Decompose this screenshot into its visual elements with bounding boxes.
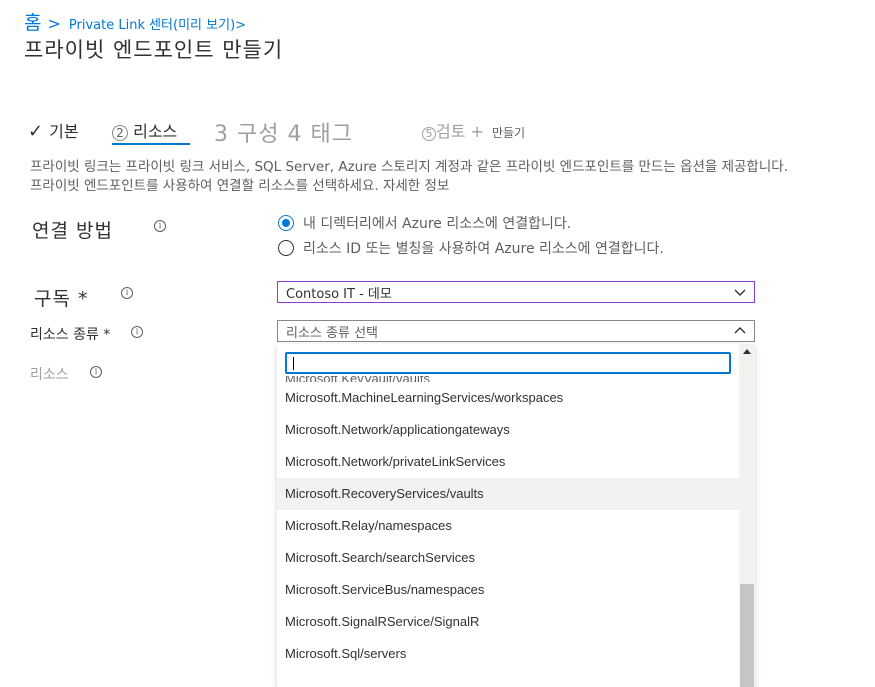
- radio-connect-my-directory[interactable]: 내 디렉터리에서 Azure 리소스에 연결합니다.: [278, 213, 571, 233]
- dropdown-option-hovered[interactable]: Microsoft.RecoveryServices/vaults: [277, 478, 739, 510]
- radio-button-unchecked[interactable]: [278, 240, 294, 256]
- scroll-up-arrow-icon[interactable]: [743, 349, 751, 354]
- resource-type-select-placeholder: 리소스 종류 선택: [286, 325, 378, 341]
- resource-type-dropdown: Microsoft.KeyVault/vaults Microsoft.Mach…: [277, 344, 755, 687]
- dropdown-scrollbar[interactable]: [739, 344, 755, 687]
- resource-type-search-input[interactable]: [285, 352, 731, 374]
- tab-review-create[interactable]: 5 검토 + 만들기: [422, 118, 525, 142]
- checkmark-icon: ✓: [28, 121, 44, 142]
- tab-configuration-tags[interactable]: 3 구성 4 태그: [214, 116, 353, 148]
- dropdown-option[interactable]: Microsoft.Relay/namespaces: [277, 510, 739, 542]
- resource-type-info-icon[interactable]: i: [131, 326, 143, 338]
- scrollbar-thumb[interactable]: [740, 584, 754, 687]
- breadcrumb-separator: >: [47, 14, 61, 33]
- connection-method-label-text: 연결 방법: [32, 220, 113, 242]
- tab-resource-step-number: 2: [112, 125, 128, 141]
- dropdown-option[interactable]: Microsoft.Network/applicationgateways: [277, 414, 739, 446]
- breadcrumb-home-link[interactable]: 홈: [24, 8, 41, 35]
- dropdown-option[interactable]: Microsoft.Search/searchServices: [277, 542, 739, 574]
- active-tab-underline: [112, 143, 190, 145]
- radio-connect-by-resource-id[interactable]: 리소스 ID 또는 별칭을 사용하여 Azure 리소스에 연결합니다.: [278, 238, 664, 258]
- tab-basics[interactable]: ✓ 기본: [28, 118, 79, 142]
- breadcrumb: 홈 > Private Link 센터(미리 보기)>: [24, 8, 246, 35]
- connection-method-label: 연결 방법: [32, 216, 113, 243]
- subscription-select[interactable]: Contoso IT - 데모: [277, 281, 755, 303]
- radio-connect-by-resource-id-label: 리소스 ID 또는 별칭을 사용하여 Azure 리소스에 연결합니다.: [303, 241, 664, 257]
- chevron-down-icon: [734, 289, 746, 296]
- dropdown-option[interactable]: Microsoft.Network/privateLinkServices: [277, 446, 739, 478]
- breadcrumb-private-link-center-link[interactable]: Private Link 센터(미리 보기)>: [69, 14, 246, 33]
- tab-review-step-number: 5: [422, 127, 436, 141]
- tab-review-label: 검토 +: [436, 122, 484, 141]
- tab-resource-label: 리소스: [133, 122, 178, 141]
- resource-type-label: 리소스 종류 *: [30, 327, 111, 343]
- text-cursor: [293, 357, 294, 370]
- tab-create-label: 만들기: [491, 126, 526, 140]
- description-text: 프라이빗 링크는 프라이빗 링크 서비스, SQL Server, Azure …: [30, 159, 788, 194]
- resource-type-options-list: Microsoft.KeyVault/vaults Microsoft.Mach…: [277, 376, 739, 670]
- dropdown-option[interactable]: Microsoft.MachineLearningServices/worksp…: [277, 382, 739, 414]
- dropdown-option[interactable]: Microsoft.SignalRService/SignalR: [277, 606, 739, 638]
- chevron-up-icon: [734, 327, 746, 334]
- tab-basics-label: 기본: [49, 122, 79, 141]
- radio-connect-my-directory-label: 내 디렉터리에서 Azure 리소스에 연결합니다.: [303, 216, 572, 232]
- dropdown-option[interactable]: Microsoft.Sql/servers: [277, 638, 739, 670]
- subscription-label: 구독 *: [34, 288, 89, 310]
- resource-type-select[interactable]: 리소스 종류 선택: [277, 320, 755, 342]
- subscription-info-icon[interactable]: i: [121, 287, 133, 299]
- subscription-select-value: Contoso IT - 데모: [286, 286, 392, 302]
- page-title: 프라이빗 엔드포인트 만들기: [24, 38, 284, 62]
- resource-label: 리소스: [30, 367, 69, 383]
- dropdown-option[interactable]: Microsoft.ServiceBus/namespaces: [277, 574, 739, 606]
- connection-method-info-icon[interactable]: i: [154, 220, 166, 232]
- resource-info-icon[interactable]: i: [90, 366, 102, 378]
- radio-button-checked[interactable]: [278, 215, 294, 231]
- tab-resource[interactable]: 2 리소스: [112, 118, 177, 142]
